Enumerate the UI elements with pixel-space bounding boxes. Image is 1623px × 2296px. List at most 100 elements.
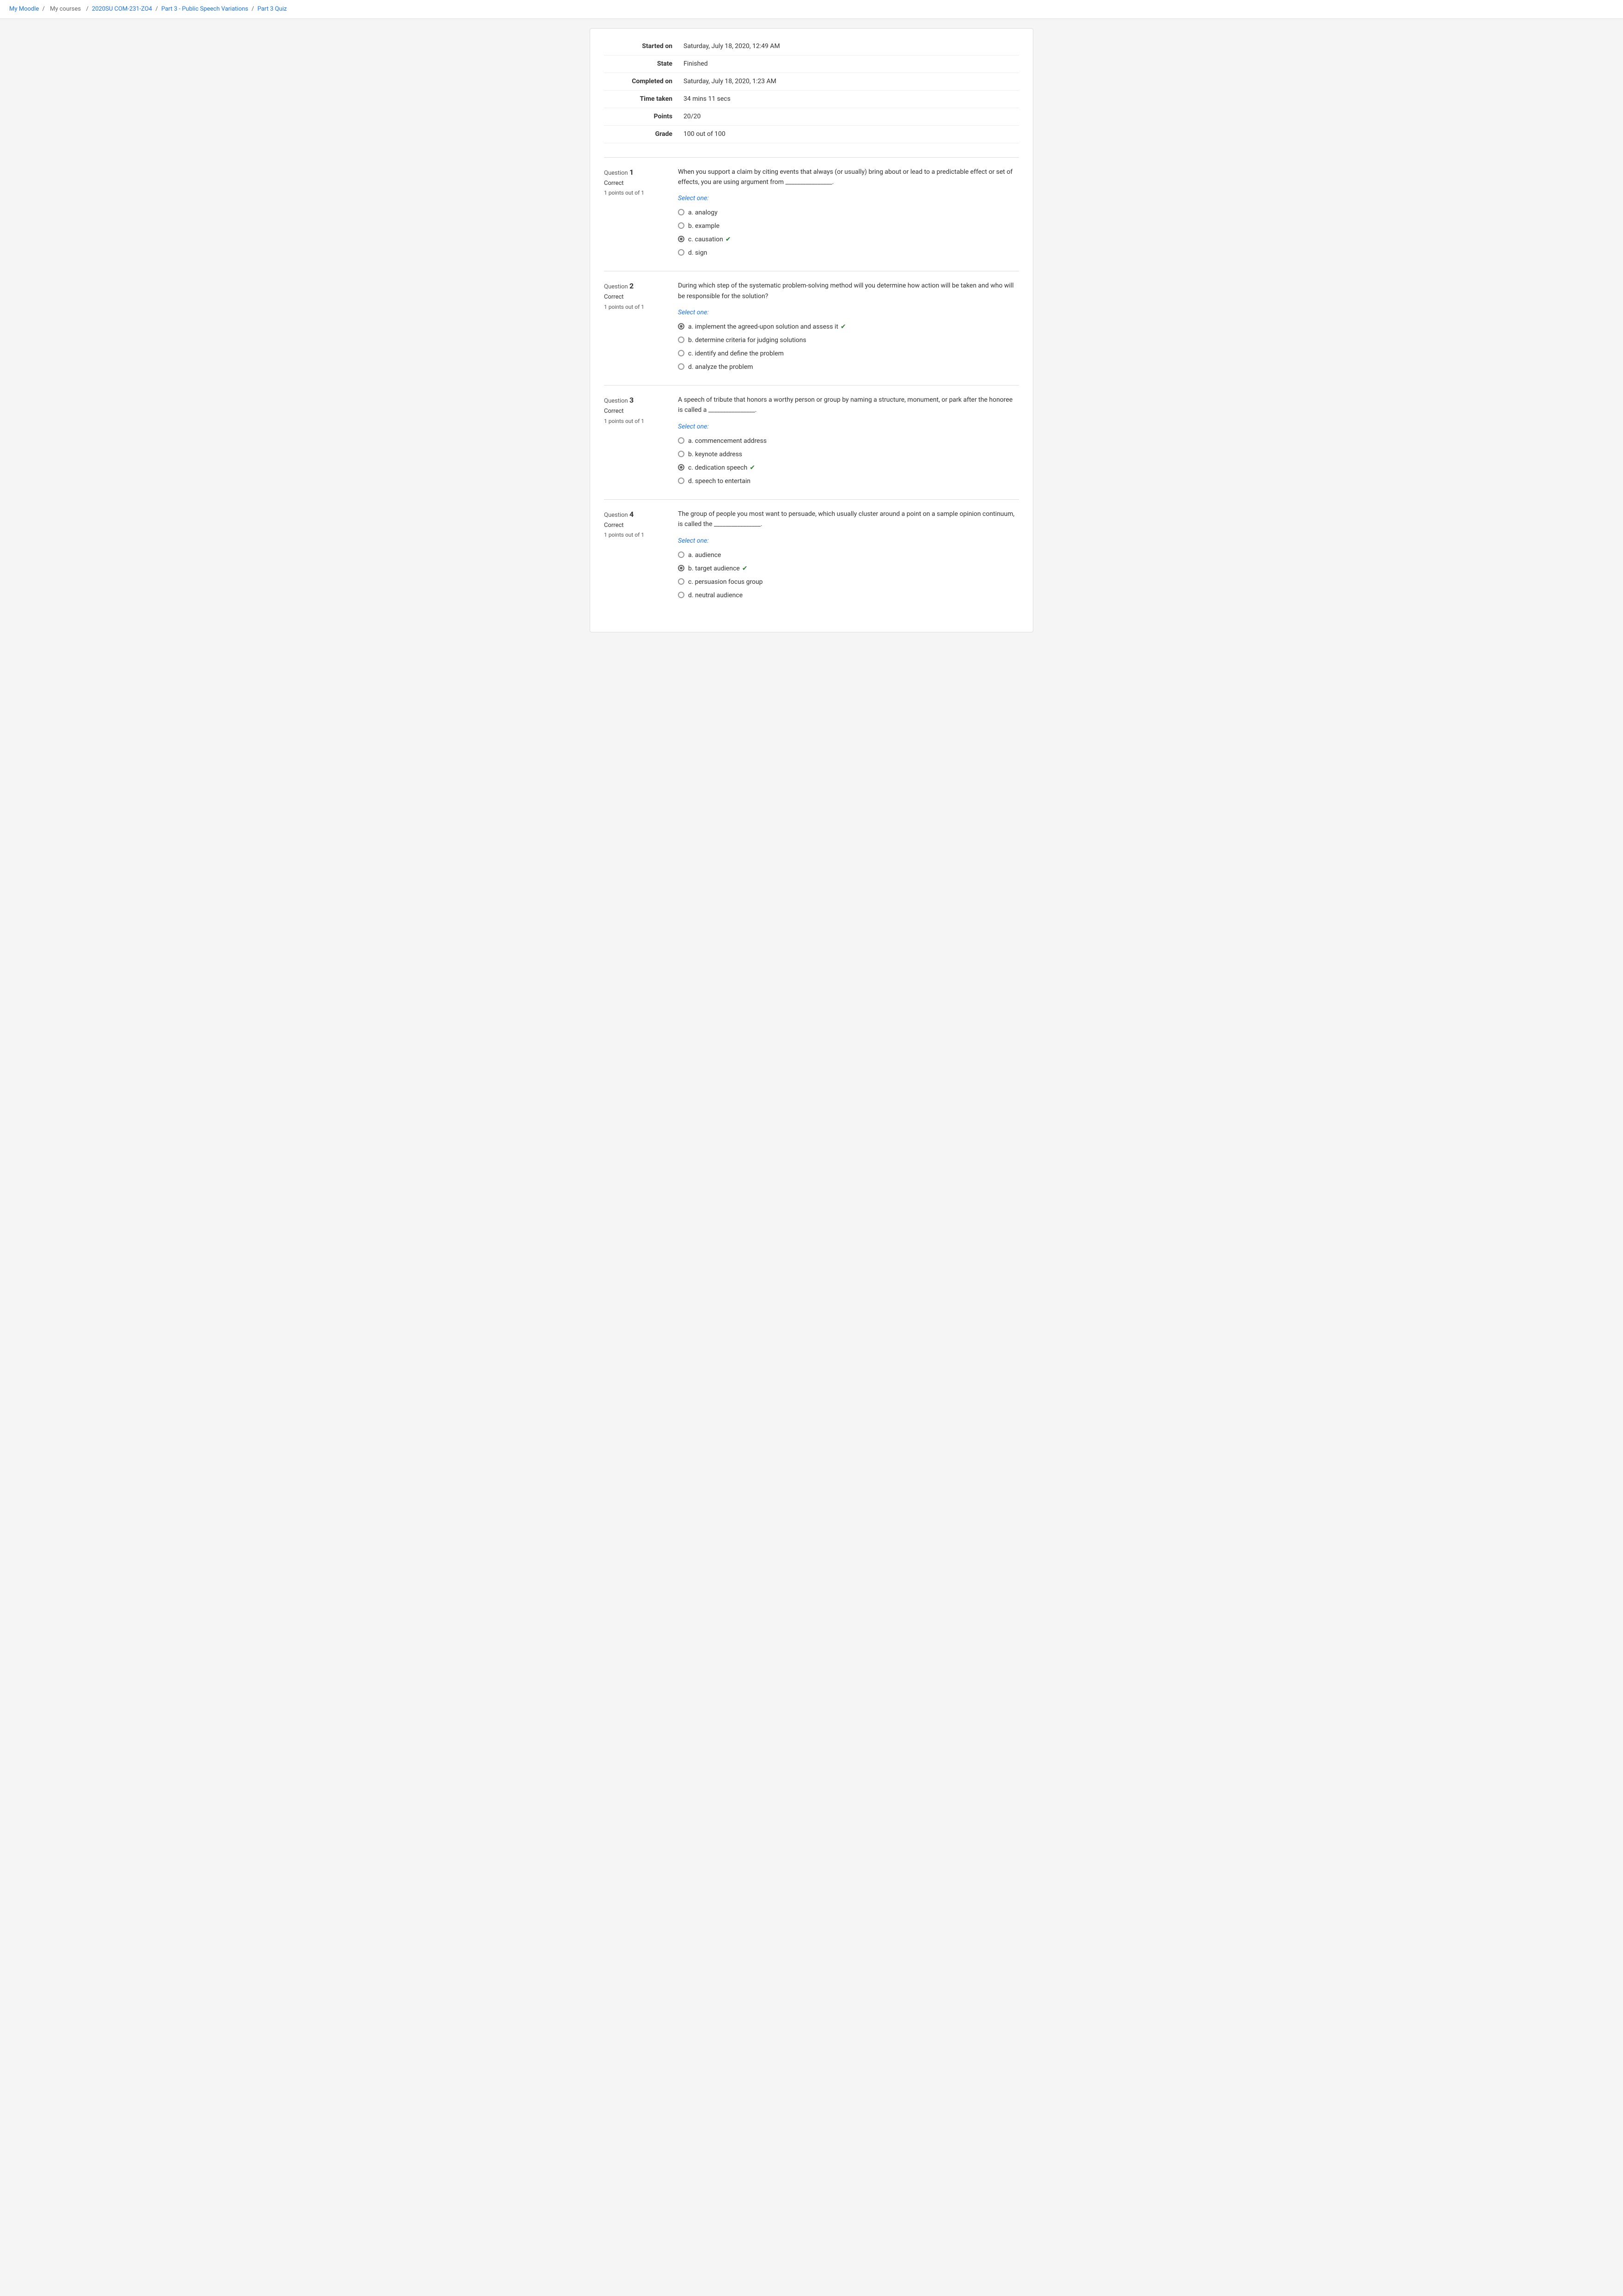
radio-4-b <box>678 565 684 571</box>
question-content-3: A speech of tribute that honors a worthy… <box>678 395 1019 490</box>
question-sidebar-1: Question 1Correct1 points out of 1 <box>604 167 678 262</box>
radio-2-d <box>678 363 684 370</box>
question-text-2: During which step of the systematic prob… <box>678 281 1019 301</box>
question-block-2: Question 2Correct1 points out of 1During… <box>604 271 1019 385</box>
breadcrumb-quiz[interactable]: Part 3 Quiz <box>257 6 287 12</box>
state-value: Finished <box>678 55 1019 73</box>
question-status-3: Correct <box>604 407 669 416</box>
radio-1-d <box>678 249 684 256</box>
breadcrumb-part[interactable]: Part 3 - Public Speech Variations <box>161 6 248 12</box>
question-status-1: Correct <box>604 179 669 188</box>
question-points-2: 1 points out of 1 <box>604 303 669 311</box>
answer-label-1-a: a. analogy <box>688 208 718 218</box>
summary-row-time: Time taken 34 mins 11 secs <box>604 90 1019 108</box>
answer-option-1-b: b. example <box>678 221 1019 231</box>
answer-option-1-d: d. sign <box>678 248 1019 258</box>
breadcrumb-course[interactable]: 2020SU COM-231-ZO4 <box>92 6 152 12</box>
select-one-label-3: Select one: <box>678 422 1019 432</box>
answer-label-2-c: c. identify and define the problem <box>688 349 784 359</box>
answer-label-1-d: d. sign <box>688 248 707 258</box>
summary-table: Started on Saturday, July 18, 2020, 12:4… <box>604 38 1019 143</box>
grade-label: Grade <box>604 125 678 143</box>
breadcrumb-my-moodle[interactable]: My Moodle <box>9 6 39 12</box>
question-content-2: During which step of the systematic prob… <box>678 281 1019 376</box>
answer-option-2-c: c. identify and define the problem <box>678 349 1019 359</box>
check-icon-2-a: ✔ <box>841 322 846 332</box>
select-one-label-4: Select one: <box>678 536 1019 546</box>
summary-row-points: Points 20/20 <box>604 108 1019 125</box>
summary-row-state: State Finished <box>604 55 1019 73</box>
summary-row-completed: Completed on Saturday, July 18, 2020, 1:… <box>604 73 1019 90</box>
radio-2-a <box>678 323 684 330</box>
check-icon-3-c: ✔ <box>750 463 755 473</box>
summary-row-grade: Grade 100 out of 100 <box>604 125 1019 143</box>
answer-label-4-c: c. persuasion focus group <box>688 577 763 587</box>
radio-3-b <box>678 451 684 457</box>
time-taken-value: 34 mins 11 secs <box>678 90 1019 108</box>
answer-option-3-b: b. keynote address <box>678 450 1019 459</box>
radio-2-c <box>678 350 684 356</box>
question-number-4: Question 4 <box>604 509 669 520</box>
points-label: Points <box>604 108 678 125</box>
radio-3-d <box>678 478 684 484</box>
question-block-4: Question 4Correct1 points out of 1The gr… <box>604 499 1019 613</box>
answer-label-2-d: d. analyze the problem <box>688 362 753 372</box>
check-icon-1-c: ✔ <box>726 235 731 245</box>
summary-row-started: Started on Saturday, July 18, 2020, 12:4… <box>604 38 1019 55</box>
radio-3-c <box>678 464 684 471</box>
completed-on-label: Completed on <box>604 73 678 90</box>
answer-label-4-a: a. audience <box>688 551 721 560</box>
question-number-2: Question 2 <box>604 281 669 292</box>
answer-option-4-c: c. persuasion focus group <box>678 577 1019 587</box>
answer-option-1-a: a. analogy <box>678 208 1019 218</box>
question-number-3: Question 3 <box>604 395 669 406</box>
answer-label-3-a: a. commencement address <box>688 436 767 446</box>
radio-1-c <box>678 236 684 242</box>
answer-label-4-d: d. neutral audience <box>688 591 743 600</box>
answer-option-3-c: c. dedication speech ✔ <box>678 463 1019 473</box>
answer-label-3-c: c. dedication speech <box>688 463 747 473</box>
question-status-4: Correct <box>604 521 669 530</box>
main-content: Started on Saturday, July 18, 2020, 12:4… <box>590 28 1033 632</box>
question-content-4: The group of people you most want to per… <box>678 509 1019 604</box>
time-taken-label: Time taken <box>604 90 678 108</box>
answer-option-3-d: d. speech to entertain <box>678 477 1019 486</box>
answer-option-2-b: b. determine criteria for judging soluti… <box>678 336 1019 345</box>
answer-label-4-b: b. target audience <box>688 564 740 574</box>
question-text-1: When you support a claim by citing event… <box>678 167 1019 188</box>
answer-option-4-d: d. neutral audience <box>678 591 1019 600</box>
question-points-4: 1 points out of 1 <box>604 531 669 539</box>
started-on-value: Saturday, July 18, 2020, 12:49 AM <box>678 38 1019 55</box>
answer-label-3-d: d. speech to entertain <box>688 477 750 486</box>
grade-value: 100 out of 100 <box>678 125 1019 143</box>
radio-4-a <box>678 551 684 558</box>
started-on-label: Started on <box>604 38 678 55</box>
check-icon-4-b: ✔ <box>742 564 748 574</box>
question-status-2: Correct <box>604 293 669 302</box>
question-points-1: 1 points out of 1 <box>604 189 669 197</box>
radio-4-d <box>678 592 684 598</box>
question-content-1: When you support a claim by citing event… <box>678 167 1019 262</box>
radio-2-b <box>678 337 684 343</box>
answer-option-2-d: d. analyze the problem <box>678 362 1019 372</box>
select-one-label-2: Select one: <box>678 308 1019 318</box>
completed-on-value: Saturday, July 18, 2020, 1:23 AM <box>678 73 1019 90</box>
answer-label-2-a: a. implement the agreed-upon solution an… <box>688 322 838 332</box>
radio-4-c <box>678 578 684 585</box>
answer-label-1-b: b. example <box>688 221 720 231</box>
question-sidebar-2: Question 2Correct1 points out of 1 <box>604 281 678 376</box>
radio-1-b <box>678 222 684 229</box>
breadcrumb: My Moodle / My courses / 2020SU COM-231-… <box>0 0 1623 19</box>
question-block-3: Question 3Correct1 points out of 1A spee… <box>604 385 1019 499</box>
answer-label-3-b: b. keynote address <box>688 450 742 459</box>
answer-option-2-a: a. implement the agreed-upon solution an… <box>678 322 1019 332</box>
question-sidebar-3: Question 3Correct1 points out of 1 <box>604 395 678 490</box>
select-one-label-1: Select one: <box>678 194 1019 203</box>
questions-container: Question 1Correct1 points out of 1When y… <box>604 157 1019 613</box>
question-sidebar-4: Question 4Correct1 points out of 1 <box>604 509 678 604</box>
radio-1-a <box>678 209 684 215</box>
answer-label-2-b: b. determine criteria for judging soluti… <box>688 336 806 345</box>
question-block-1: Question 1Correct1 points out of 1When y… <box>604 157 1019 271</box>
answer-option-1-c: c. causation ✔ <box>678 235 1019 245</box>
question-text-4: The group of people you most want to per… <box>678 509 1019 530</box>
